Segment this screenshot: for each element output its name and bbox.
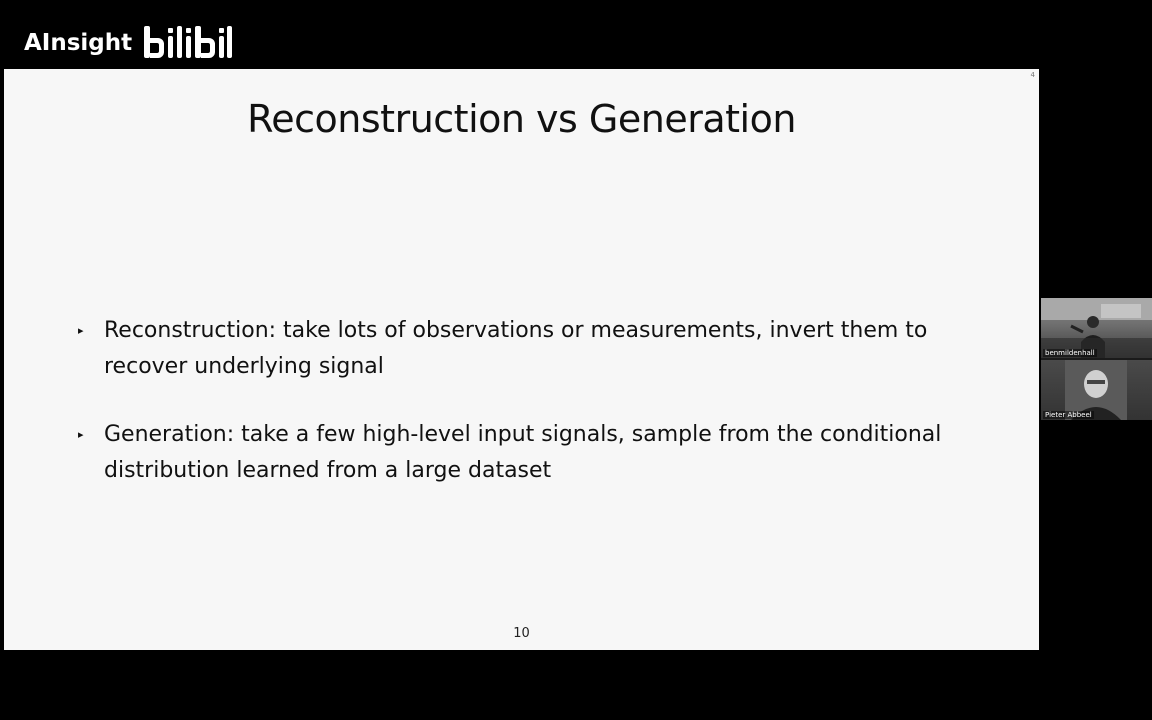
- bullet-item: ▸ Generation: take a few high-level inpu…: [78, 417, 978, 489]
- bullet-text: Reconstruction: take lots of observation…: [104, 318, 928, 379]
- bullet-text: Generation: take a few high-level input …: [104, 422, 942, 483]
- participant-video-panel: benmildenhall Pieter Abbeel: [1041, 298, 1152, 420]
- participant-name: Pieter Abbeel: [1043, 411, 1094, 419]
- bullet-list: ▸ Reconstruction: take lots of observati…: [78, 313, 978, 521]
- watermark: AInsight: [24, 22, 238, 64]
- participant-video-tile[interactable]: Pieter Abbeel: [1041, 360, 1152, 420]
- participant-name: benmildenhall: [1043, 349, 1097, 357]
- page-number: 10: [513, 626, 530, 641]
- bullet-arrow-icon: ▸: [78, 428, 84, 441]
- bullet-item: ▸ Reconstruction: take lots of observati…: [78, 313, 978, 385]
- presentation-slide: 4 Reconstruction vs Generation ▸ Reconst…: [4, 69, 1039, 650]
- participant-video-tile[interactable]: benmildenhall: [1041, 298, 1152, 358]
- bullet-arrow-icon: ▸: [78, 324, 84, 337]
- slide-title: Reconstruction vs Generation: [247, 97, 796, 141]
- slide-corner-mark: 4: [1030, 71, 1035, 79]
- watermark-text: AInsight: [24, 30, 133, 56]
- bilibili-logo-icon: [142, 22, 238, 64]
